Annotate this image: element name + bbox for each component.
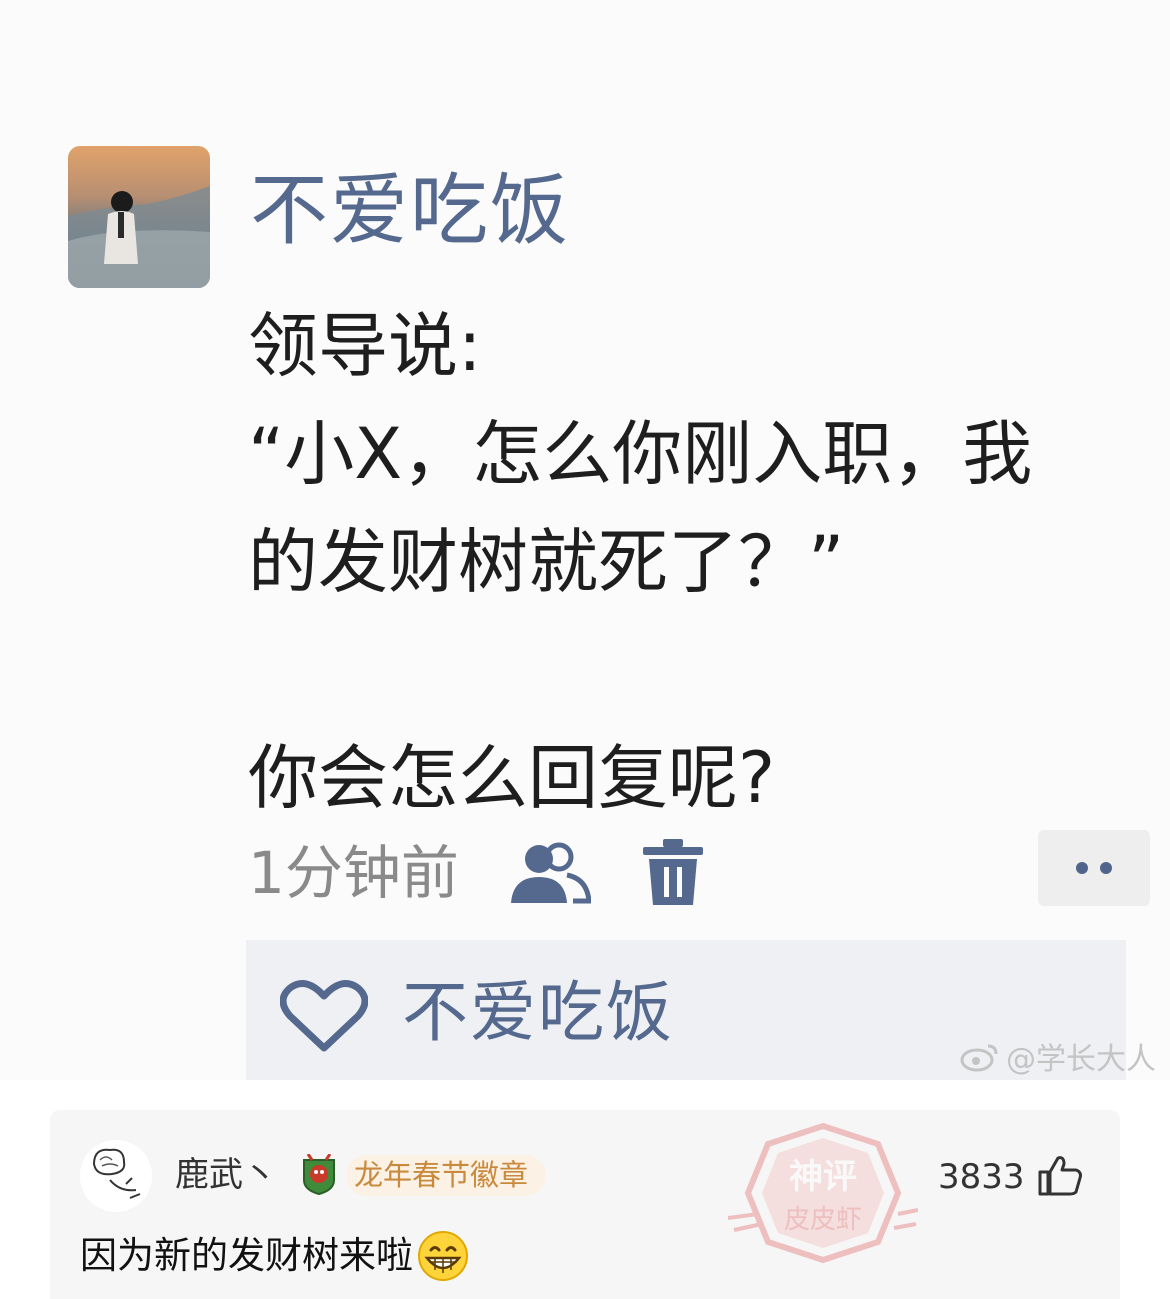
comment-text: 因为新的发财树来啦 bbox=[80, 1233, 413, 1277]
post-line: 领导说: bbox=[248, 305, 482, 387]
top-comment: 鹿武丶 龙年春节徽章 神评 皮皮虾 3833 因为新的发财树来啦 bbox=[50, 1110, 1120, 1299]
post-line: 的发财树就死了？” bbox=[248, 521, 845, 603]
stamp-text-sub: 皮皮虾 bbox=[784, 1205, 862, 1235]
post-meta: 1分钟前 bbox=[248, 838, 703, 908]
commenter-avatar[interactable] bbox=[80, 1140, 152, 1212]
comment-like-count: 3833 bbox=[938, 1157, 1025, 1197]
comment-text-row: 因为新的发财树来啦 bbox=[80, 1230, 469, 1282]
dot bbox=[1100, 862, 1112, 874]
user-avatar[interactable] bbox=[68, 146, 210, 288]
friends-icon[interactable] bbox=[509, 841, 591, 905]
festival-badge[interactable]: 龙年春节徽章 bbox=[300, 1150, 547, 1200]
stamp-text-main: 神评 bbox=[789, 1157, 857, 1197]
liker-name[interactable]: 不爱吃饭 bbox=[402, 980, 674, 1046]
post-body: 领导说: “小X，怎么你刚入职，我 的发财树就死了？” 你会怎么回复呢? bbox=[248, 292, 1138, 832]
post-line: 你会怎么回复呢? bbox=[248, 737, 776, 819]
delete-icon[interactable] bbox=[642, 839, 703, 907]
dot bbox=[1076, 862, 1088, 874]
commenter-name[interactable]: 鹿武丶 bbox=[175, 1158, 277, 1192]
badge-label: 龙年春节徽章 bbox=[346, 1154, 547, 1196]
post-timestamp: 1分钟前 bbox=[248, 839, 459, 907]
weibo-icon bbox=[960, 1044, 998, 1072]
watermark: @学长大人 bbox=[960, 1034, 1156, 1078]
hot-comment-stamp: 神评 皮皮虾 bbox=[728, 1122, 918, 1264]
post-username[interactable]: 不爱吃饭 bbox=[250, 172, 570, 250]
thumbs-up-icon[interactable] bbox=[1038, 1154, 1082, 1196]
heart-icon[interactable] bbox=[280, 978, 368, 1052]
dragon-badge-icon bbox=[303, 1154, 335, 1196]
more-options-button[interactable] bbox=[1038, 830, 1150, 906]
watermark-text: @学长大人 bbox=[1006, 1042, 1156, 1077]
post-line-blank bbox=[248, 616, 1138, 724]
grin-emoji-icon bbox=[418, 1231, 468, 1281]
screenshot-post: 不爱吃饭 领导说: “小X，怎么你刚入职，我 的发财树就死了？” 你会怎么回复呢… bbox=[0, 0, 1170, 1080]
post-line: “小X，怎么你刚入职，我 bbox=[248, 413, 1033, 495]
